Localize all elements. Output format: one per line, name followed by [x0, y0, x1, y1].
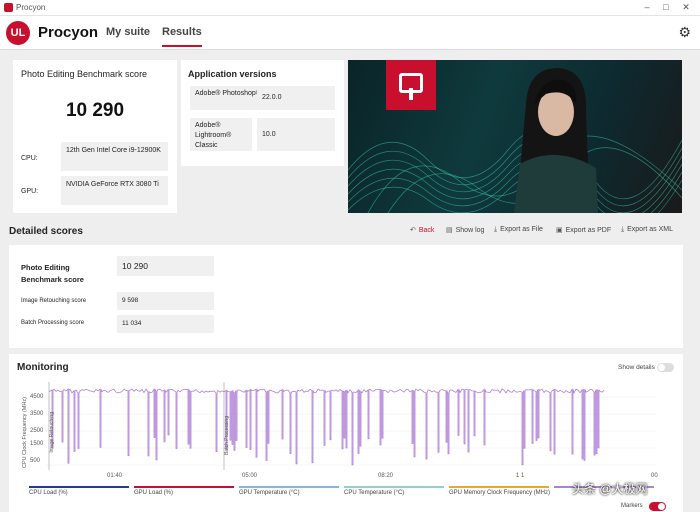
cpu-label: CPU:: [21, 155, 38, 162]
benchmark-score-label: Photo Editing Benchmark score: [21, 263, 84, 284]
legend-gpu-mem[interactable]: GPU Memory Clock Frequency (MHz): [449, 490, 550, 496]
download-icon: ⤓: [494, 226, 498, 233]
marker-image-retouching: Image Retouching: [49, 412, 55, 453]
detailed-scores-title: Detailed scores: [9, 226, 83, 237]
score-card-title: Photo Editing Benchmark score: [21, 69, 148, 79]
x-tick: 1 1: [516, 473, 525, 479]
watermark: 头条 @大极网: [572, 482, 648, 496]
back-arrow-icon: ↶: [410, 227, 416, 234]
export-xml-label: Export as XML: [627, 226, 674, 233]
cpu-value: 12th Gen Intel Core i9-12900K: [61, 142, 168, 171]
monitoring-title: Monitoring: [17, 362, 69, 373]
close-icon[interactable]: ✕: [677, 1, 695, 14]
person-illustration: [514, 68, 598, 213]
legend-swatch-gpu-temp: [239, 486, 339, 488]
download-icon: ⤓: [621, 226, 625, 233]
legend-swatch-cpu-load: [29, 486, 129, 488]
legend-cpu-temp[interactable]: CPU Temperature (°C): [344, 490, 404, 496]
export-xml-button[interactable]: ⤓ Export as XML: [621, 226, 673, 234]
show-log-label: Show log: [455, 227, 485, 234]
batch-processing-label: Batch Processing score: [21, 320, 85, 326]
export-file-button[interactable]: ⤓ Export as File: [494, 226, 543, 234]
y-tick: 1500: [30, 441, 44, 447]
ul-logo: UL: [6, 21, 30, 45]
y-tick: 3500: [30, 411, 44, 417]
y-tick: 500: [30, 458, 41, 464]
x-tick: 05:00: [242, 473, 258, 479]
gpu-label: GPU:: [21, 188, 39, 195]
monitoring-chart: [46, 382, 656, 470]
legend-cpu-load[interactable]: CPU Load (%): [29, 490, 68, 496]
maximize-icon[interactable]: □: [657, 1, 675, 14]
legend-swatch-gpu-load: [134, 486, 234, 488]
legend-swatch-gpu-mem: [449, 486, 549, 488]
app-version-lightroom: 10.0: [257, 118, 335, 151]
minimize-icon[interactable]: –: [638, 1, 656, 14]
procyon-logo-tile: [386, 60, 436, 110]
app-header: UL Procyon My suite Results ⚙: [0, 16, 700, 50]
export-pdf-button[interactable]: ▣ Export as PDF: [556, 226, 611, 234]
overall-score: 10 290: [65, 100, 125, 121]
image-retouching-value: 9 598: [117, 292, 214, 310]
show-details-label: Show details: [618, 364, 655, 371]
app-versions-title: Application versions: [188, 69, 277, 79]
window-titlebar: Procyon – □ ✕: [0, 0, 700, 16]
markers-label: Markers: [621, 503, 643, 509]
benchmark-score-value: 10 290: [117, 256, 214, 276]
show-details-toggle[interactable]: [657, 363, 674, 372]
tab-my-suite[interactable]: My suite: [106, 26, 150, 38]
app-name-lightroom: Adobe® Lightroom® Classic: [190, 118, 252, 151]
x-tick: 00: [651, 473, 658, 479]
export-file-label: Export as File: [500, 226, 543, 233]
marker-batch-processing: Batch Processing: [224, 416, 230, 455]
brand-name: Procyon: [38, 24, 99, 41]
app-version-photoshop: 22.0.0: [257, 86, 335, 110]
hero-image: [348, 60, 682, 213]
app-icon: [4, 3, 13, 12]
x-tick: 08:20: [378, 473, 394, 479]
cpu-frequency-trace: [48, 387, 605, 466]
score-card: Photo Editing Benchmark score 10 290 CPU…: [13, 60, 177, 213]
export-pdf-label: Export as PDF: [565, 227, 612, 234]
gpu-value: NVIDIA GeForce RTX 3080 Ti: [61, 176, 168, 205]
back-label: Back: [418, 227, 435, 234]
document-icon: ▤: [446, 227, 453, 234]
legend-gpu-temp[interactable]: GPU Temperature (°C): [239, 490, 300, 496]
markers-toggle[interactable]: [649, 502, 666, 511]
window-title: Procyon: [16, 3, 46, 12]
save-icon: ▣: [556, 227, 563, 234]
legend-gpu-load[interactable]: GPU Load (%): [134, 490, 173, 496]
detailed-scores-card: Photo Editing Benchmark score 10 290 Ima…: [9, 245, 683, 348]
y-axis-label: CPU Clock Frequency (MHz): [22, 397, 28, 469]
gear-icon[interactable]: ⚙: [678, 24, 691, 41]
app-versions-card: Application versions Adobe® Photoshop® 2…: [181, 60, 344, 166]
batch-processing-value: 11 034: [117, 315, 214, 333]
show-log-button[interactable]: ▤ Show log: [446, 226, 484, 234]
image-retouching-label: Image Retouching score: [21, 298, 87, 304]
x-tick: 01:40: [107, 473, 123, 479]
y-tick: 4500: [30, 394, 44, 400]
y-tick: 2500: [30, 428, 44, 434]
tab-results[interactable]: Results: [162, 26, 202, 47]
legend-swatch-cpu-temp: [344, 486, 444, 488]
back-button[interactable]: ↶ Back: [410, 226, 434, 234]
